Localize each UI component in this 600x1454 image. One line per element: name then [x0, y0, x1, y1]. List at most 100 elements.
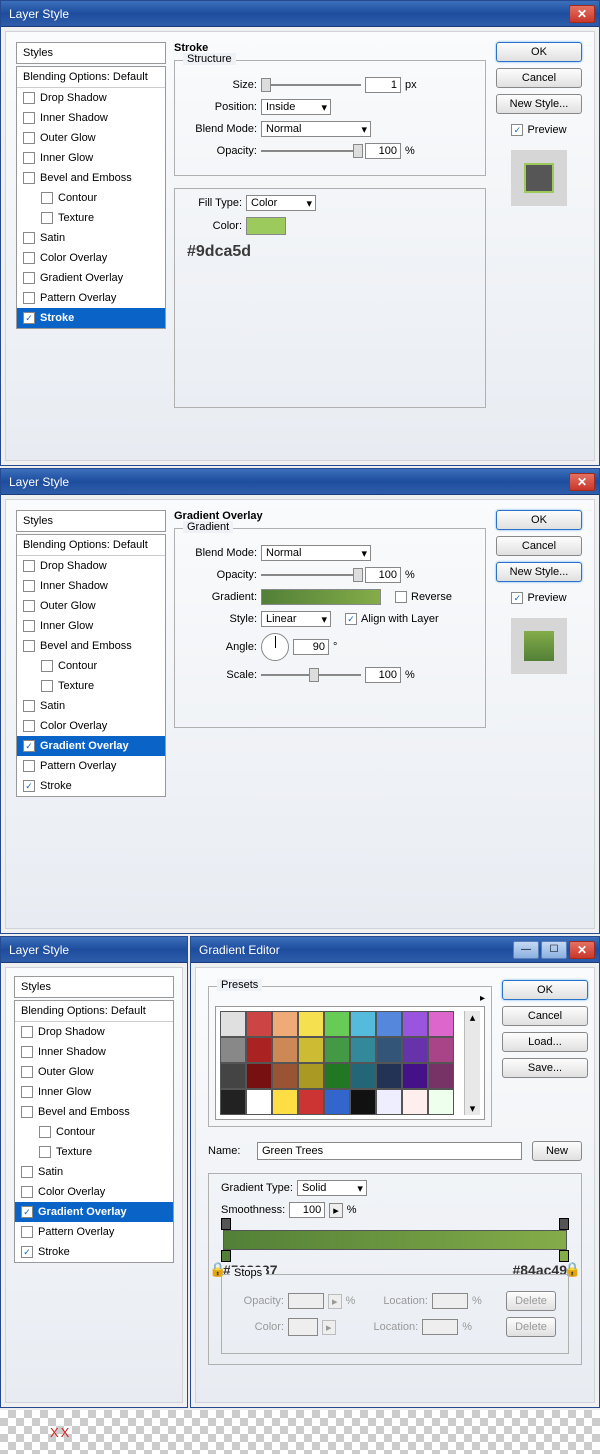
cancel-button[interactable]: Cancel [502, 1006, 588, 1026]
checkbox[interactable] [41, 212, 53, 224]
preset-swatch[interactable] [350, 1089, 376, 1115]
style-drop-shadow[interactable]: Drop Shadow [17, 556, 165, 576]
preset-swatch[interactable] [376, 1063, 402, 1089]
preset-swatch[interactable] [272, 1037, 298, 1063]
blending-options[interactable]: Blending Options: Default [17, 67, 165, 88]
preset-swatch[interactable] [220, 1037, 246, 1063]
style-inner-glow[interactable]: Inner Glow [17, 616, 165, 636]
style-pattern-overlay[interactable]: Pattern Overlay [17, 756, 165, 776]
preset-swatch[interactable] [376, 1037, 402, 1063]
preset-swatch[interactable] [324, 1037, 350, 1063]
angle-input[interactable] [293, 639, 329, 655]
style-outer-glow[interactable]: Outer Glow [17, 128, 165, 148]
blend-mode-dropdown[interactable]: Normal [261, 545, 371, 561]
preset-swatch[interactable] [246, 1037, 272, 1063]
checkbox[interactable] [511, 124, 523, 136]
new-style-button[interactable]: New Style... [496, 94, 582, 114]
style-pattern-overlay[interactable]: Pattern Overlay [17, 288, 165, 308]
checkbox[interactable] [21, 1186, 33, 1198]
style-color-overlay[interactable]: Color Overlay [15, 1182, 173, 1202]
gradient-bar[interactable] [223, 1230, 567, 1250]
style-color-overlay[interactable]: Color Overlay [17, 248, 165, 268]
position-dropdown[interactable]: Inside [261, 99, 331, 115]
titlebar[interactable]: Layer Style ✕ [1, 1, 599, 27]
preset-swatch[interactable] [402, 1011, 428, 1037]
scale-input[interactable] [365, 667, 401, 683]
checkbox[interactable] [21, 1106, 33, 1118]
preset-swatch[interactable] [324, 1063, 350, 1089]
checkbox[interactable] [23, 740, 35, 752]
checkbox[interactable] [41, 192, 53, 204]
checkbox[interactable] [511, 592, 523, 604]
style-dropdown[interactable]: Linear [261, 611, 331, 627]
checkbox[interactable] [21, 1046, 33, 1058]
style-drop-shadow[interactable]: Drop Shadow [15, 1022, 173, 1042]
preset-swatch[interactable] [428, 1011, 454, 1037]
style-stroke[interactable]: Stroke [17, 308, 165, 328]
cancel-button[interactable]: Cancel [496, 68, 582, 88]
new-button[interactable]: New [532, 1141, 582, 1161]
checkbox[interactable] [41, 680, 53, 692]
checkbox[interactable] [21, 1086, 33, 1098]
preset-swatch[interactable] [220, 1063, 246, 1089]
style-stroke[interactable]: Stroke [17, 776, 165, 796]
preview-checkbox-row[interactable]: Preview [511, 592, 566, 604]
checkbox[interactable] [21, 1226, 33, 1238]
ok-button[interactable]: OK [496, 42, 582, 62]
preset-swatch[interactable] [246, 1063, 272, 1089]
style-contour[interactable]: Contour [17, 188, 165, 208]
checkbox[interactable] [21, 1066, 33, 1078]
checkbox[interactable] [21, 1026, 33, 1038]
style-outer-glow[interactable]: Outer Glow [17, 596, 165, 616]
style-texture[interactable]: Texture [15, 1142, 173, 1162]
checkbox[interactable] [23, 232, 35, 244]
name-input[interactable] [257, 1142, 522, 1160]
checkbox[interactable] [39, 1126, 51, 1138]
checkbox[interactable] [21, 1206, 33, 1218]
save-button[interactable]: Save... [502, 1058, 588, 1078]
checkbox[interactable] [39, 1146, 51, 1158]
checkbox[interactable] [23, 292, 35, 304]
preset-swatch[interactable] [298, 1011, 324, 1037]
style-bevel-emboss[interactable]: Bevel and Emboss [15, 1102, 173, 1122]
style-gradient-overlay[interactable]: Gradient Overlay [17, 268, 165, 288]
preset-swatch[interactable] [402, 1037, 428, 1063]
checkbox[interactable] [23, 720, 35, 732]
presets-scrollbar[interactable]: ▴▾ [464, 1011, 480, 1115]
preset-swatch[interactable] [272, 1063, 298, 1089]
angle-dial[interactable] [261, 633, 289, 661]
preset-swatch[interactable] [402, 1089, 428, 1115]
checkbox[interactable] [21, 1246, 33, 1258]
style-satin[interactable]: Satin [17, 696, 165, 716]
preset-swatch[interactable] [246, 1089, 272, 1115]
style-contour[interactable]: Contour [15, 1122, 173, 1142]
minimize-button[interactable]: — [513, 941, 539, 959]
preset-swatch[interactable] [220, 1011, 246, 1037]
checkbox[interactable] [23, 600, 35, 612]
opacity-slider[interactable] [261, 150, 361, 152]
style-stroke[interactable]: Stroke [15, 1242, 173, 1262]
opacity-slider[interactable] [261, 574, 361, 576]
preset-swatch[interactable] [376, 1089, 402, 1115]
ok-button[interactable]: OK [502, 980, 588, 1000]
titlebar[interactable]: Layer Style [1, 937, 187, 963]
preview-checkbox-row[interactable]: Preview [511, 124, 566, 136]
preset-swatch[interactable] [350, 1063, 376, 1089]
delete-color-stop-button[interactable]: Delete [506, 1317, 556, 1337]
preset-swatch[interactable] [220, 1089, 246, 1115]
style-drop-shadow[interactable]: Drop Shadow [17, 88, 165, 108]
reverse-checkbox[interactable] [395, 591, 407, 603]
preset-swatch[interactable] [350, 1037, 376, 1063]
close-button[interactable]: ✕ [569, 941, 595, 959]
checkbox[interactable] [23, 560, 35, 572]
delete-opacity-stop-button[interactable]: Delete [506, 1291, 556, 1311]
gradient-type-dropdown[interactable]: Solid [297, 1180, 367, 1196]
style-gradient-overlay[interactable]: Gradient Overlay [17, 736, 165, 756]
align-checkbox[interactable] [345, 613, 357, 625]
checkbox[interactable] [23, 172, 35, 184]
checkbox[interactable] [23, 620, 35, 632]
opacity-input[interactable] [365, 143, 401, 159]
checkbox[interactable] [23, 132, 35, 144]
preset-swatch[interactable] [428, 1063, 454, 1089]
checkbox[interactable] [23, 640, 35, 652]
